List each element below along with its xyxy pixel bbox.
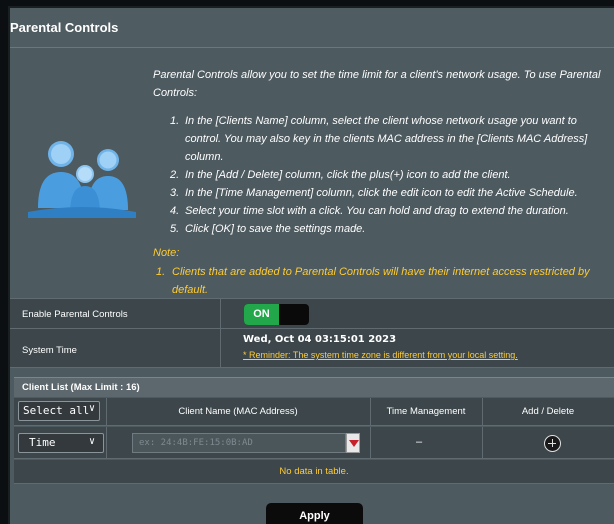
header-divider bbox=[10, 47, 614, 48]
client-input-row: Time ∨ ex: 24:4B:FE:15:0B:AD – bbox=[14, 427, 614, 459]
intro-description: Parental Controls allow you to set the t… bbox=[153, 69, 601, 99]
time-type-select[interactable]: Time ∨ bbox=[18, 433, 104, 453]
col-divider bbox=[482, 427, 483, 458]
time-select-value: Time bbox=[29, 436, 56, 449]
empty-table-message: No data in table. bbox=[14, 460, 614, 484]
note-number: 1. bbox=[156, 266, 166, 278]
timezone-reminder-link[interactable]: * Reminder: The system time zone is diff… bbox=[243, 350, 518, 360]
step-item: 2. In the [Add / Delete] column, click th… bbox=[170, 166, 604, 184]
col-time-management: Time Management bbox=[386, 406, 466, 417]
toggle-on-label: ON bbox=[244, 304, 279, 325]
step-number: 5. bbox=[170, 223, 180, 235]
step-text: In the [Clients Name] column, select the… bbox=[185, 115, 588, 163]
enable-toggle[interactable]: ON bbox=[244, 304, 309, 325]
step-text: In the [Time Management] column, click t… bbox=[185, 187, 578, 199]
client-list-title: Client List (Max Limit : 16) bbox=[14, 377, 614, 397]
note-text: 1. Clients that are added to Parental Co… bbox=[156, 263, 604, 299]
step-item: 1. In the [Clients Name] column, select t… bbox=[170, 112, 604, 166]
top-edge bbox=[0, 0, 614, 6]
filter-select-value: Select all bbox=[23, 404, 90, 417]
plus-circle-icon[interactable] bbox=[544, 435, 561, 452]
step-number: 1. bbox=[170, 115, 180, 127]
col-client-name: Client Name (MAC Address) bbox=[178, 406, 298, 417]
left-edge bbox=[0, 0, 8, 524]
col-add-delete: Add / Delete bbox=[521, 406, 575, 417]
step-number: 2. bbox=[170, 169, 180, 181]
client-dropdown-button[interactable] bbox=[346, 433, 360, 453]
chevron-down-icon: ∨ bbox=[88, 436, 95, 447]
client-filter-select[interactable]: Select all ∨ bbox=[18, 401, 100, 421]
instruction-steps: 1. In the [Clients Name] column, select t… bbox=[170, 112, 604, 238]
apply-button[interactable]: Apply bbox=[266, 503, 363, 524]
enable-row: Enable Parental Controls ON bbox=[10, 298, 614, 328]
step-item: 4. Select your time slot with a click. Yo… bbox=[170, 202, 604, 220]
col-divider bbox=[106, 427, 107, 458]
time-management-value: – bbox=[416, 436, 423, 448]
note-body: Clients that are added to Parental Contr… bbox=[172, 266, 590, 296]
page-title: Parental Controls bbox=[10, 20, 119, 35]
system-time-row: System Time Wed, Oct 04 03:15:01 2023 * … bbox=[10, 328, 614, 368]
row-divider bbox=[220, 329, 221, 367]
enable-label: Enable Parental Controls bbox=[22, 309, 128, 320]
note-label: Note: bbox=[153, 247, 180, 259]
step-item: 3. In the [Time Management] column, click… bbox=[170, 184, 604, 202]
family-icon bbox=[28, 141, 136, 218]
step-item: 5. Click [OK] to save the settings made. bbox=[170, 220, 604, 238]
step-number: 4. bbox=[170, 205, 180, 217]
row-divider bbox=[220, 299, 221, 328]
step-text: Select your time slot with a click. You … bbox=[185, 205, 569, 217]
mac-address-input[interactable]: ex: 24:4B:FE:15:0B:AD bbox=[132, 433, 346, 453]
chevron-down-icon: ∨ bbox=[88, 403, 95, 414]
system-time-value: Wed, Oct 04 03:15:01 2023 bbox=[243, 334, 397, 345]
step-text: In the [Add / Delete] column, click the … bbox=[185, 169, 511, 181]
step-number: 3. bbox=[170, 187, 180, 199]
col-divider bbox=[370, 427, 371, 458]
dropdown-arrow-icon bbox=[349, 440, 359, 447]
system-time-label: System Time bbox=[22, 345, 77, 356]
client-list-columns: Select all ∨ Client Name (MAC Address) T… bbox=[14, 398, 614, 426]
step-text: Click [OK] to save the settings made. bbox=[185, 223, 366, 235]
